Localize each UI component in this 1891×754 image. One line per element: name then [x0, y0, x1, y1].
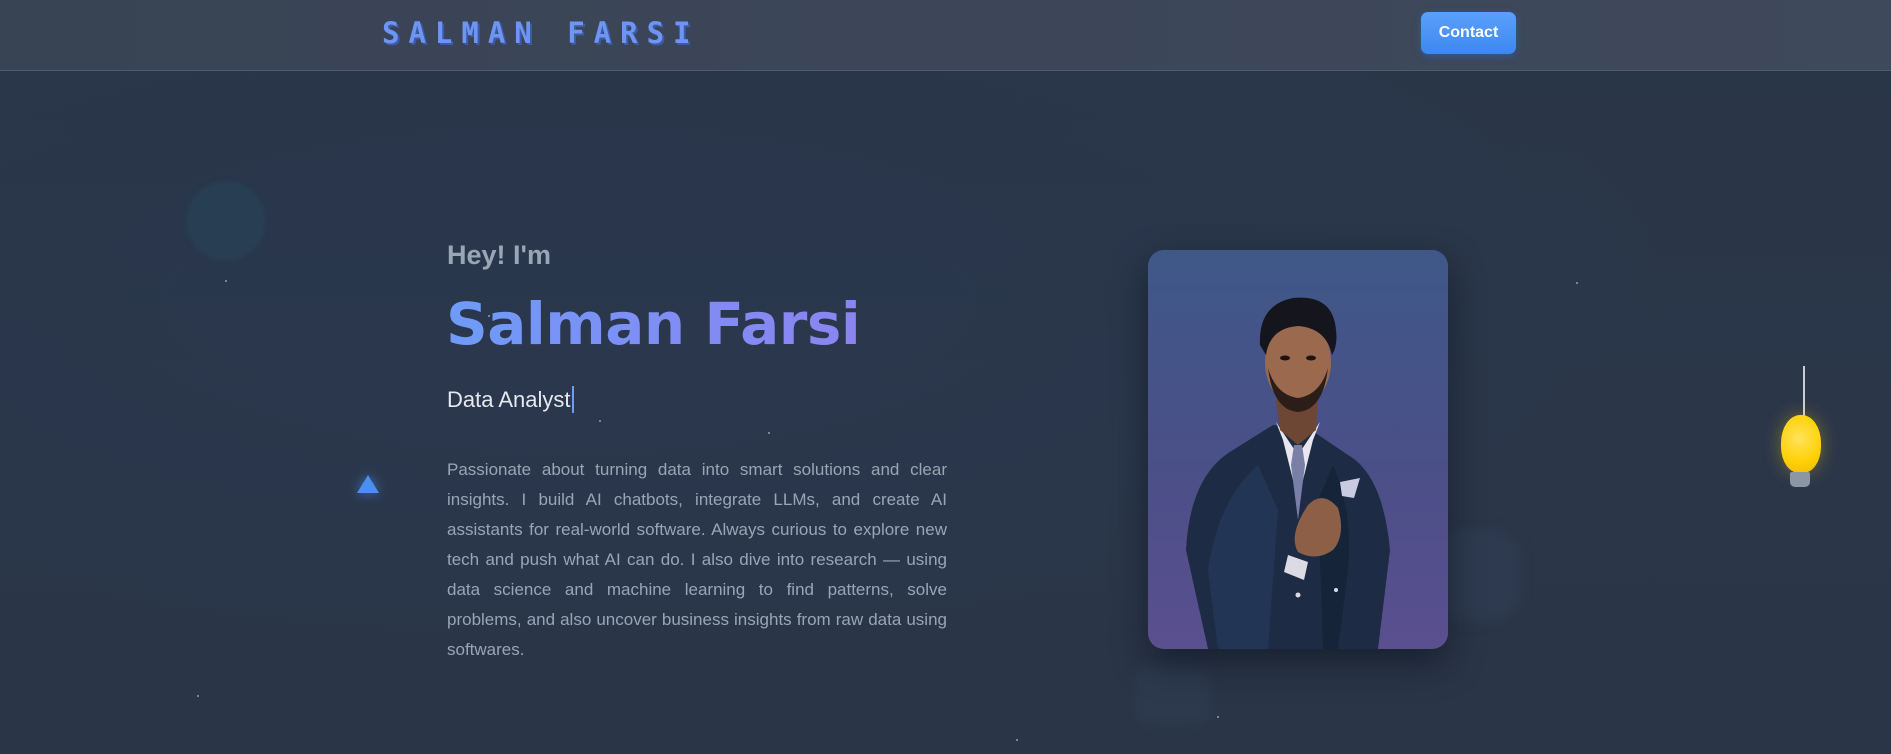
hero-role: Data Analyst	[447, 386, 571, 412]
star-dot	[1016, 739, 1018, 741]
bulb-base	[1790, 472, 1810, 487]
eye	[1306, 355, 1316, 361]
portrait-illustration	[1186, 297, 1390, 649]
star-dot	[225, 280, 227, 282]
decorative-glow-blob	[1135, 665, 1210, 725]
suit-button	[1295, 592, 1301, 598]
light-bulb-icon[interactable]	[1781, 415, 1821, 473]
navbar: SALMAN FARSI Contact	[0, 0, 1891, 71]
portrait-card	[1148, 250, 1448, 649]
triangle-icon	[357, 475, 379, 493]
bulb-wire	[1803, 366, 1805, 418]
hero-name: Salman Farsi	[446, 290, 861, 358]
suit-button	[1334, 588, 1338, 592]
role-typing-line: Data Analyst	[447, 386, 574, 413]
star-dot	[599, 420, 601, 422]
decorative-glow-circle	[186, 181, 266, 261]
brand-logo-text[interactable]: SALMAN FARSI	[382, 16, 700, 50]
page: SALMAN FARSI Contact Hey! I'm Salman Far…	[0, 0, 1891, 754]
contact-button[interactable]: Contact	[1421, 12, 1516, 54]
typing-cursor	[571, 386, 574, 413]
hero-greeting: Hey! I'm	[447, 240, 551, 270]
hero-bio: Passionate about turning data into smart…	[447, 460, 947, 659]
eye	[1280, 355, 1290, 361]
star-dot	[768, 432, 770, 434]
star-dot	[1217, 716, 1219, 718]
star-dot	[1576, 282, 1578, 284]
star-dot	[197, 695, 199, 697]
